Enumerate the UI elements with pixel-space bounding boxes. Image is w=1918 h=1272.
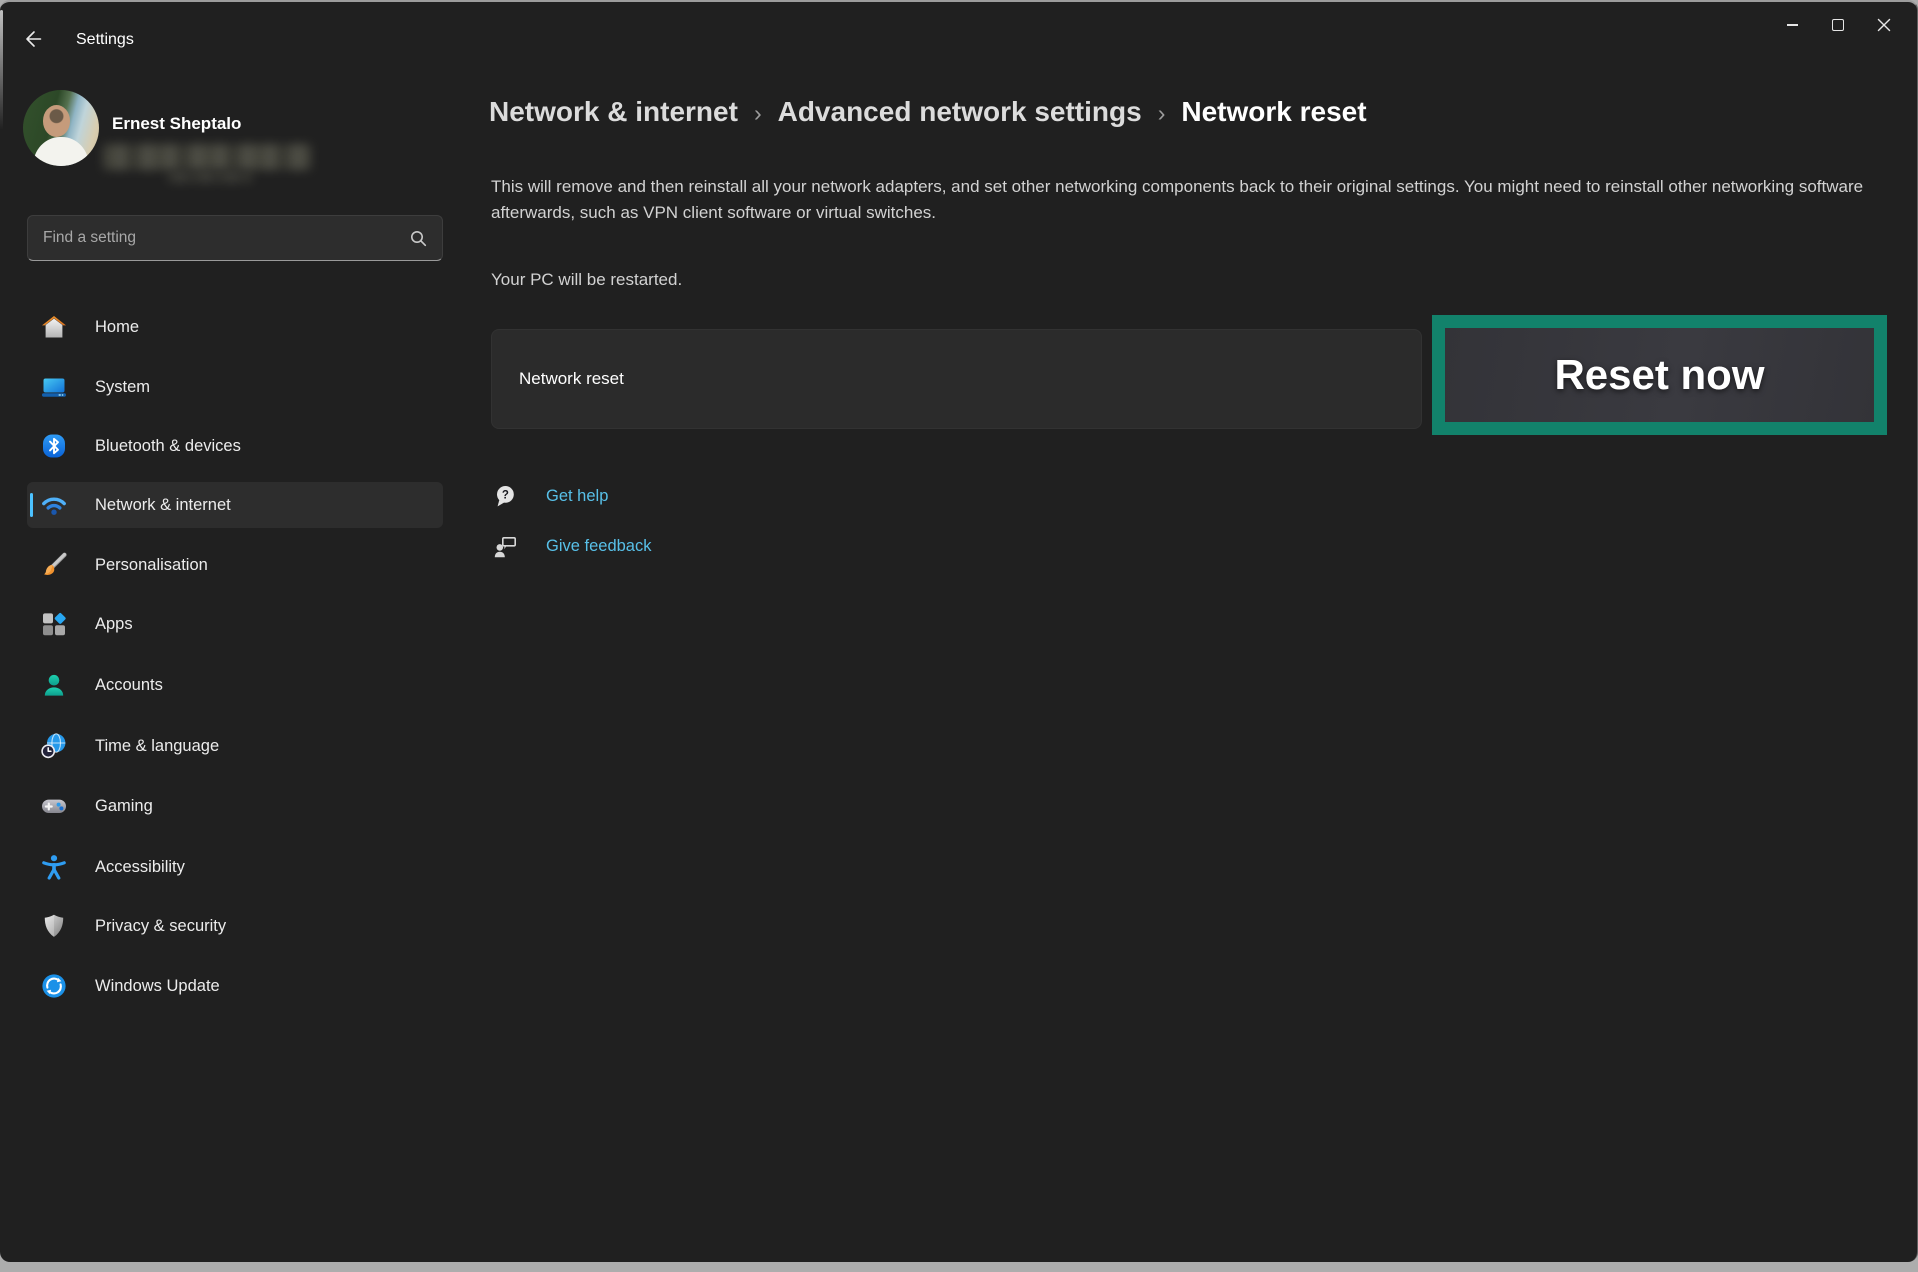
system-icon (40, 373, 68, 401)
help-bubble-icon: ? (493, 484, 517, 508)
breadcrumb: Network & internet › Advanced network se… (489, 96, 1367, 128)
privacy-icon (40, 912, 68, 940)
sidebar-item-system[interactable]: System (27, 364, 443, 410)
close-button[interactable] (1861, 6, 1907, 44)
window-edge-highlight (0, 10, 3, 130)
search-box[interactable] (27, 215, 443, 261)
sidebar-item-accounts[interactable]: Accounts (27, 662, 443, 708)
back-button[interactable] (16, 24, 50, 54)
bluetooth-icon (40, 432, 68, 460)
give-feedback-link[interactable]: Give feedback (491, 534, 651, 558)
redacted-email-blur (103, 144, 311, 170)
sidebar-item-apps[interactable]: Apps (27, 601, 443, 647)
network-icon (40, 491, 68, 519)
minimize-button[interactable] (1769, 6, 1815, 44)
accessibility-icon (40, 853, 68, 881)
sidebar-item-label: Personalisation (95, 556, 208, 575)
back-arrow-icon (23, 29, 44, 49)
breadcrumb-item-network-internet[interactable]: Network & internet (489, 96, 738, 128)
settings-window: Settings Ernest Sheptalo (0, 0, 1918, 1262)
network-reset-label: Network reset (519, 369, 624, 389)
home-icon (40, 313, 68, 341)
sidebar-item-time-language[interactable]: Time & language (27, 723, 443, 769)
maximize-button[interactable] (1815, 6, 1861, 44)
minimize-icon (1787, 24, 1798, 26)
search-icon (410, 230, 427, 247)
user-avatar (23, 90, 99, 166)
sidebar-item-windows-update[interactable]: Windows Update (27, 963, 443, 1009)
sidebar-item-label: Network & internet (95, 496, 231, 515)
redacted-text-blur (167, 171, 253, 183)
windows-update-icon (40, 972, 68, 1000)
sidebar-item-label: Accessibility (95, 858, 185, 877)
chevron-right-icon: › (1158, 100, 1166, 127)
avatar-face (43, 105, 70, 137)
feedback-person-icon (493, 534, 517, 558)
sidebar-item-gaming[interactable]: Gaming (27, 783, 443, 829)
sidebar-item-label: Windows Update (95, 977, 220, 996)
page-description: This will remove and then reinstall all … (491, 174, 1887, 226)
search-input[interactable] (28, 229, 410, 247)
svg-text:?: ? (502, 490, 509, 502)
sidebar-item-label: Home (95, 318, 139, 337)
close-icon (1877, 18, 1891, 32)
sidebar-item-label: Apps (95, 615, 133, 634)
restart-note: Your PC will be restarted. (491, 270, 682, 290)
personalisation-icon (40, 551, 68, 579)
app-title: Settings (76, 31, 134, 49)
reset-now-button[interactable]: Reset now (1432, 315, 1887, 435)
time-language-icon (40, 732, 68, 760)
sidebar-item-privacy-security[interactable]: Privacy & security (27, 903, 443, 949)
sidebar-item-personalisation[interactable]: Personalisation (27, 542, 443, 588)
sidebar-item-label: System (95, 378, 150, 397)
sidebar-item-label: Time & language (95, 737, 219, 756)
network-reset-row: Network reset (491, 329, 1422, 429)
avatar-shirt (33, 137, 89, 166)
chevron-right-icon: › (754, 100, 762, 127)
sidebar-item-label: Privacy & security (95, 917, 226, 936)
give-feedback-label: Give feedback (546, 537, 651, 556)
sidebar-item-bluetooth-devices[interactable]: Bluetooth & devices (27, 423, 443, 469)
selected-accent-pill (30, 493, 34, 517)
breadcrumb-item-current: Network reset (1181, 96, 1366, 128)
breadcrumb-item-advanced-network-settings[interactable]: Advanced network settings (778, 96, 1142, 128)
user-name: Ernest Sheptalo (112, 114, 241, 134)
sidebar-item-home[interactable]: Home (27, 304, 443, 350)
get-help-link[interactable]: ? Get help (491, 484, 608, 508)
sidebar-item-accessibility[interactable]: Accessibility (27, 844, 443, 890)
sidebar-item-network-internet[interactable]: Network & internet (27, 482, 443, 528)
gaming-icon (40, 792, 68, 820)
accounts-icon (40, 671, 68, 699)
sidebar-item-label: Gaming (95, 797, 153, 816)
window-controls (1769, 6, 1907, 44)
reset-now-label: Reset now (1554, 351, 1764, 399)
sidebar-item-label: Bluetooth & devices (95, 437, 241, 456)
maximize-icon (1832, 19, 1844, 31)
get-help-label: Get help (546, 487, 608, 506)
sidebar-item-label: Accounts (95, 676, 163, 695)
apps-icon (40, 610, 68, 638)
